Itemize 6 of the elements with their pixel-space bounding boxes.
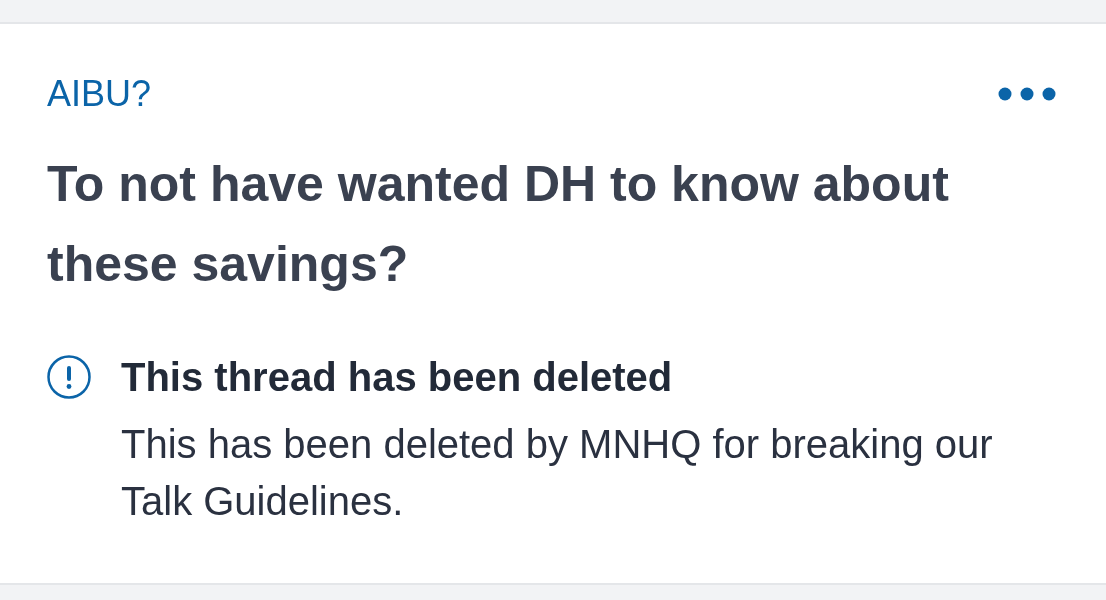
thread-title: To not have wanted DH to know about these savings?: [47, 155, 950, 294]
more-options-icon: [998, 87, 1056, 101]
notice-heading: This thread has been deleted: [121, 354, 674, 400]
category-link[interactable]: AIBU?: [47, 74, 152, 114]
info-icon: [47, 355, 91, 399]
notice-body: This has been deleted by MNHQ for breaking our Talk Guidelines.: [121, 421, 994, 525]
